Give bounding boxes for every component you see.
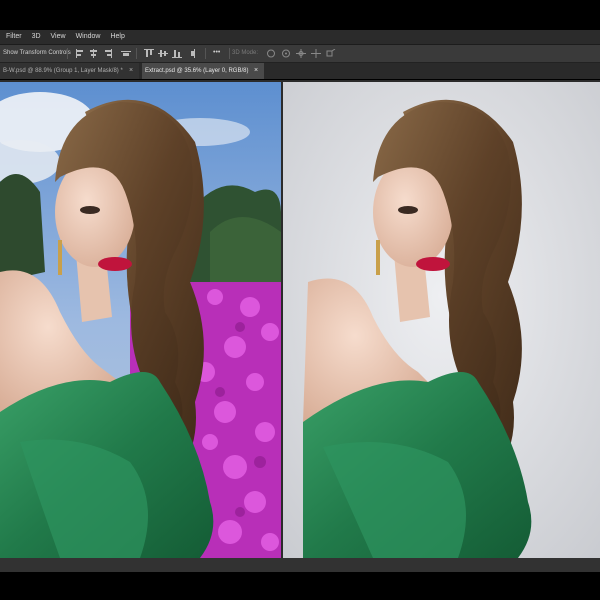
- align-vertical-centers-icon[interactable]: [158, 49, 168, 58]
- top-black-border: [0, 0, 600, 30]
- orbit-3d-icon[interactable]: [266, 49, 276, 58]
- separator: [229, 48, 230, 59]
- more-options-button[interactable]: •••: [213, 45, 220, 61]
- separator: [67, 48, 68, 59]
- align-right-edges-icon[interactable]: [103, 49, 113, 58]
- align-top-edges-icon[interactable]: [144, 49, 154, 58]
- align-bottom-edges-icon[interactable]: [172, 49, 182, 58]
- photo-model-studio: [283, 82, 600, 558]
- pan-3d-icon[interactable]: [296, 49, 306, 58]
- document-tab-bar: B-W.psd @ 88.9% (Group 1, Layer Mask/8) …: [0, 63, 600, 79]
- menu-item-view[interactable]: View: [46, 30, 71, 44]
- canvas-area: [0, 80, 600, 558]
- distribute-vertical-icon[interactable]: [190, 49, 200, 58]
- close-tab-icon[interactable]: ×: [129, 63, 133, 79]
- menu-item-help[interactable]: Help: [105, 30, 129, 44]
- tab-label: B-W.psd @ 88.9% (Group 1, Layer Mask/8) …: [3, 68, 123, 74]
- align-left-edges-icon[interactable]: [75, 49, 85, 58]
- roll-3d-icon[interactable]: [281, 49, 291, 58]
- document-canvas-extract[interactable]: [283, 82, 600, 558]
- 3d-mode-label: 3D Mode:: [232, 50, 259, 56]
- menu-item-3d[interactable]: 3D: [27, 30, 46, 44]
- menu-bar: Filter 3D View Window Help: [0, 30, 600, 45]
- status-bar: [0, 558, 600, 572]
- tab-bw-psd[interactable]: B-W.psd @ 88.9% (Group 1, Layer Mask/8) …: [0, 63, 139, 79]
- align-horizontal-centers-icon[interactable]: [89, 49, 99, 58]
- slide-3d-icon[interactable]: [311, 49, 321, 58]
- show-transform-controls-checkbox[interactable]: Show Transform Controls: [3, 45, 71, 62]
- bottom-black-border: [0, 572, 600, 600]
- distribute-icon[interactable]: [121, 49, 131, 58]
- photo-model-flowers: [0, 82, 281, 558]
- tab-label: Extract.psd @ 35.6% (Layer 0, RGB/8): [145, 68, 249, 74]
- close-tab-icon[interactable]: ×: [254, 63, 258, 79]
- tab-extract-psd[interactable]: Extract.psd @ 35.6% (Layer 0, RGB/8) ×: [142, 63, 264, 79]
- document-canvas-bw[interactable]: [0, 82, 281, 558]
- menu-item-filter[interactable]: Filter: [0, 30, 27, 44]
- options-bar: Show Transform Controls ••• 3D Mode:: [0, 45, 600, 63]
- scale-3d-icon[interactable]: [326, 49, 336, 58]
- separator: [205, 48, 206, 59]
- separator: [136, 48, 137, 59]
- menu-item-window[interactable]: Window: [71, 30, 106, 44]
